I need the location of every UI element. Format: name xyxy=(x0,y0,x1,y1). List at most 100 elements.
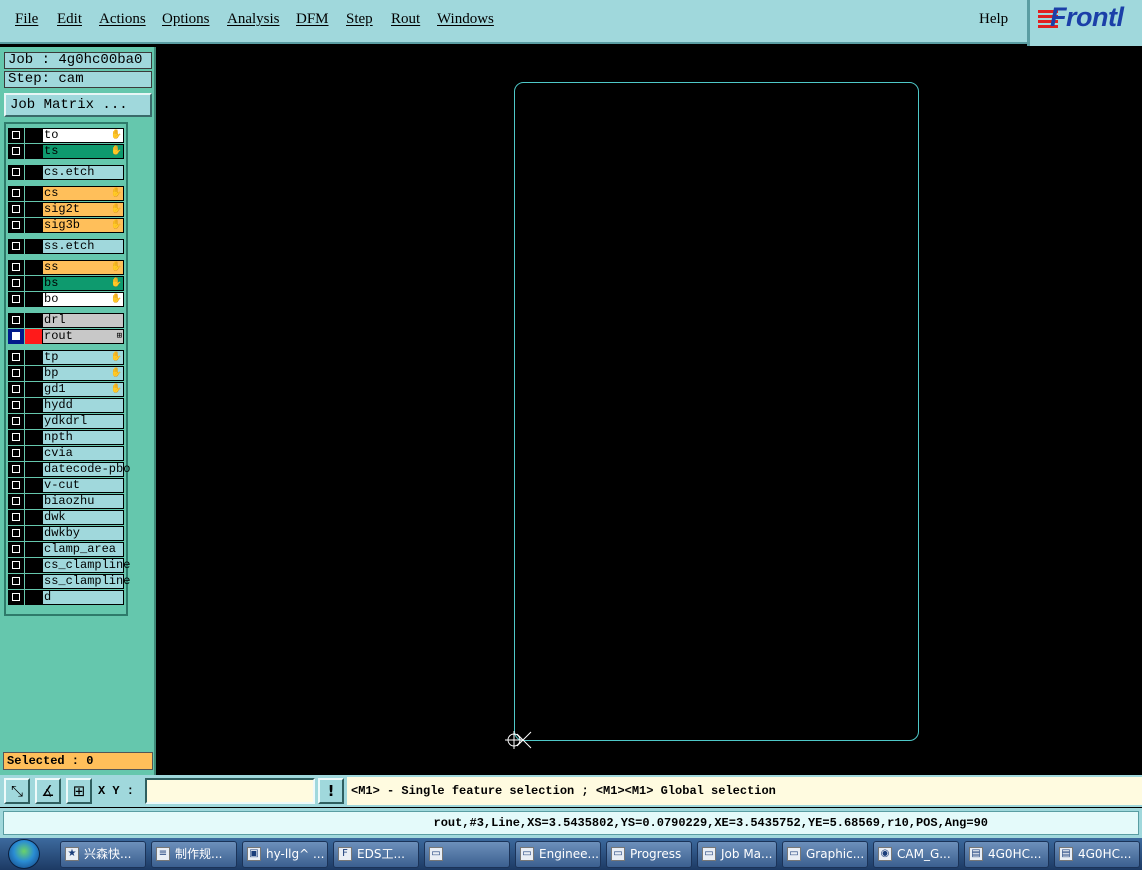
layer-color-swatch[interactable] xyxy=(25,462,42,477)
layer-checkbox-icon[interactable] xyxy=(8,462,24,477)
layer-checkbox-icon[interactable] xyxy=(8,558,24,573)
layer-checkbox-icon[interactable] xyxy=(8,430,24,445)
menu-options[interactable]: Options xyxy=(162,11,210,28)
layer-color-swatch[interactable] xyxy=(25,186,42,201)
layer-name[interactable]: dwkby xyxy=(42,526,124,541)
layer-color-swatch[interactable] xyxy=(25,165,42,180)
layer-color-swatch[interactable] xyxy=(25,526,42,541)
layer-color-swatch[interactable] xyxy=(25,329,42,344)
layer-color-swatch[interactable] xyxy=(25,292,42,307)
layer-checkbox-icon[interactable] xyxy=(8,526,24,541)
layer-checkbox-icon[interactable] xyxy=(8,494,24,509)
layer-color-swatch[interactable] xyxy=(25,128,42,143)
layer-color-swatch[interactable] xyxy=(25,350,42,365)
layer-checkbox-icon[interactable] xyxy=(8,478,24,493)
layer-name[interactable]: sig2t ✋ xyxy=(42,202,124,217)
layer-color-swatch[interactable] xyxy=(25,430,42,445)
layer-name[interactable]: d xyxy=(42,590,124,605)
layer-name[interactable]: to ✋ xyxy=(42,128,124,143)
layer-checkbox-icon[interactable] xyxy=(8,239,24,254)
layer-name[interactable]: biaozhu xyxy=(42,494,124,509)
layer-checkbox-icon[interactable] xyxy=(8,366,24,381)
layer-color-swatch[interactable] xyxy=(25,542,42,557)
layer-name[interactable]: v-cut xyxy=(42,478,124,493)
layer-name[interactable]: ts ✋ xyxy=(42,144,124,159)
layer-color-swatch[interactable] xyxy=(25,218,42,233)
layer-color-swatch[interactable] xyxy=(25,382,42,397)
layer-checkbox-icon[interactable] xyxy=(8,276,24,291)
taskbar-item[interactable]: ▭ Enginee... xyxy=(515,841,601,868)
layer-checkbox-icon[interactable] xyxy=(8,186,24,201)
menu-file[interactable]: File xyxy=(15,11,38,28)
layer-color-swatch[interactable] xyxy=(25,510,42,525)
taskbar-item[interactable]: ▤ 4G0HC... xyxy=(964,841,1049,868)
layer-name[interactable]: ydkdrl xyxy=(42,414,124,429)
xy-input[interactable] xyxy=(145,778,315,804)
start-button-icon[interactable] xyxy=(8,839,40,869)
layer-name[interactable]: cvia xyxy=(42,446,124,461)
layer-color-swatch[interactable] xyxy=(25,558,42,573)
menu-actions[interactable]: Actions xyxy=(99,11,146,28)
taskbar-item[interactable]: ≡ 制作规... xyxy=(151,841,237,868)
layer-color-swatch[interactable] xyxy=(25,494,42,509)
layer-name[interactable]: ss_clampline xyxy=(42,574,130,589)
taskbar-item[interactable]: ▭ Graphic... xyxy=(782,841,868,868)
taskbar-item[interactable]: ★ 兴森快... xyxy=(60,841,146,868)
layer-color-swatch[interactable] xyxy=(25,446,42,461)
menu-windows[interactable]: Windows xyxy=(437,11,494,28)
layer-checkbox-icon[interactable] xyxy=(8,398,24,413)
layer-checkbox-icon[interactable] xyxy=(8,382,24,397)
layer-color-swatch[interactable] xyxy=(25,366,42,381)
layer-color-swatch[interactable] xyxy=(25,144,42,159)
layer-name[interactable]: bo ✋ xyxy=(42,292,124,307)
taskbar-item[interactable]: ◉ CAM_G... xyxy=(873,841,959,868)
layer-checkbox-icon[interactable] xyxy=(8,329,24,344)
layer-checkbox-icon[interactable] xyxy=(8,165,24,180)
layer-checkbox-icon[interactable] xyxy=(8,350,24,365)
taskbar-item[interactable]: ▭ Job Ma... xyxy=(697,841,777,868)
layer-name[interactable]: ss ✋ xyxy=(42,260,124,275)
layer-name[interactable]: gd1 ✋ xyxy=(42,382,124,397)
zoom-area-button[interactable]: ⤡ xyxy=(4,778,30,804)
layer-checkbox-icon[interactable] xyxy=(8,292,24,307)
layer-name[interactable]: sig3b ✋ xyxy=(42,218,124,233)
layer-color-swatch[interactable] xyxy=(25,313,42,328)
layer-color-swatch[interactable] xyxy=(25,398,42,413)
layer-color-swatch[interactable] xyxy=(25,478,42,493)
layer-checkbox-icon[interactable] xyxy=(8,202,24,217)
layer-checkbox-icon[interactable] xyxy=(8,218,24,233)
layer-color-swatch[interactable] xyxy=(25,276,42,291)
menu-dfm[interactable]: DFM xyxy=(296,11,329,28)
layer-color-swatch[interactable] xyxy=(25,414,42,429)
layer-checkbox-icon[interactable] xyxy=(8,313,24,328)
layer-name[interactable]: cs ✋ xyxy=(42,186,124,201)
layer-name[interactable]: cs.etch xyxy=(42,165,124,180)
taskbar-item[interactable]: ▭ xyxy=(424,841,510,868)
layer-color-swatch[interactable] xyxy=(25,202,42,217)
taskbar-item[interactable]: ▣ hy-llg^ ... xyxy=(242,841,328,868)
layer-name[interactable]: bs ✋ xyxy=(42,276,124,291)
taskbar-item[interactable]: ▭ Progress xyxy=(606,841,692,868)
menu-edit[interactable]: Edit xyxy=(57,11,82,28)
layer-color-swatch[interactable] xyxy=(25,590,42,605)
layer-checkbox-icon[interactable] xyxy=(8,128,24,143)
menu-analysis[interactable]: Analysis xyxy=(227,11,280,28)
menu-help[interactable]: Help xyxy=(979,11,1008,28)
layer-checkbox-icon[interactable] xyxy=(8,260,24,275)
layer-name[interactable]: rout ⊞ xyxy=(42,329,124,344)
measure-button[interactable]: ∡ xyxy=(35,778,61,804)
layer-name[interactable]: tp ✋ xyxy=(42,350,124,365)
layer-checkbox-icon[interactable] xyxy=(8,510,24,525)
layer-name[interactable]: ss.etch xyxy=(42,239,124,254)
layer-checkbox-icon[interactable] xyxy=(8,574,24,589)
layer-name[interactable]: datecode-pbo xyxy=(42,462,130,477)
layer-color-swatch[interactable] xyxy=(25,574,42,589)
layer-name[interactable]: bp ✋ xyxy=(42,366,124,381)
layer-name[interactable]: clamp_area xyxy=(42,542,124,557)
layer-name[interactable]: cs_clampline xyxy=(42,558,130,573)
layer-name[interactable]: npth xyxy=(42,430,124,445)
layer-name[interactable]: hydd xyxy=(42,398,124,413)
layer-checkbox-icon[interactable] xyxy=(8,590,24,605)
alert-button[interactable]: ! xyxy=(318,778,344,804)
layer-checkbox-icon[interactable] xyxy=(8,446,24,461)
